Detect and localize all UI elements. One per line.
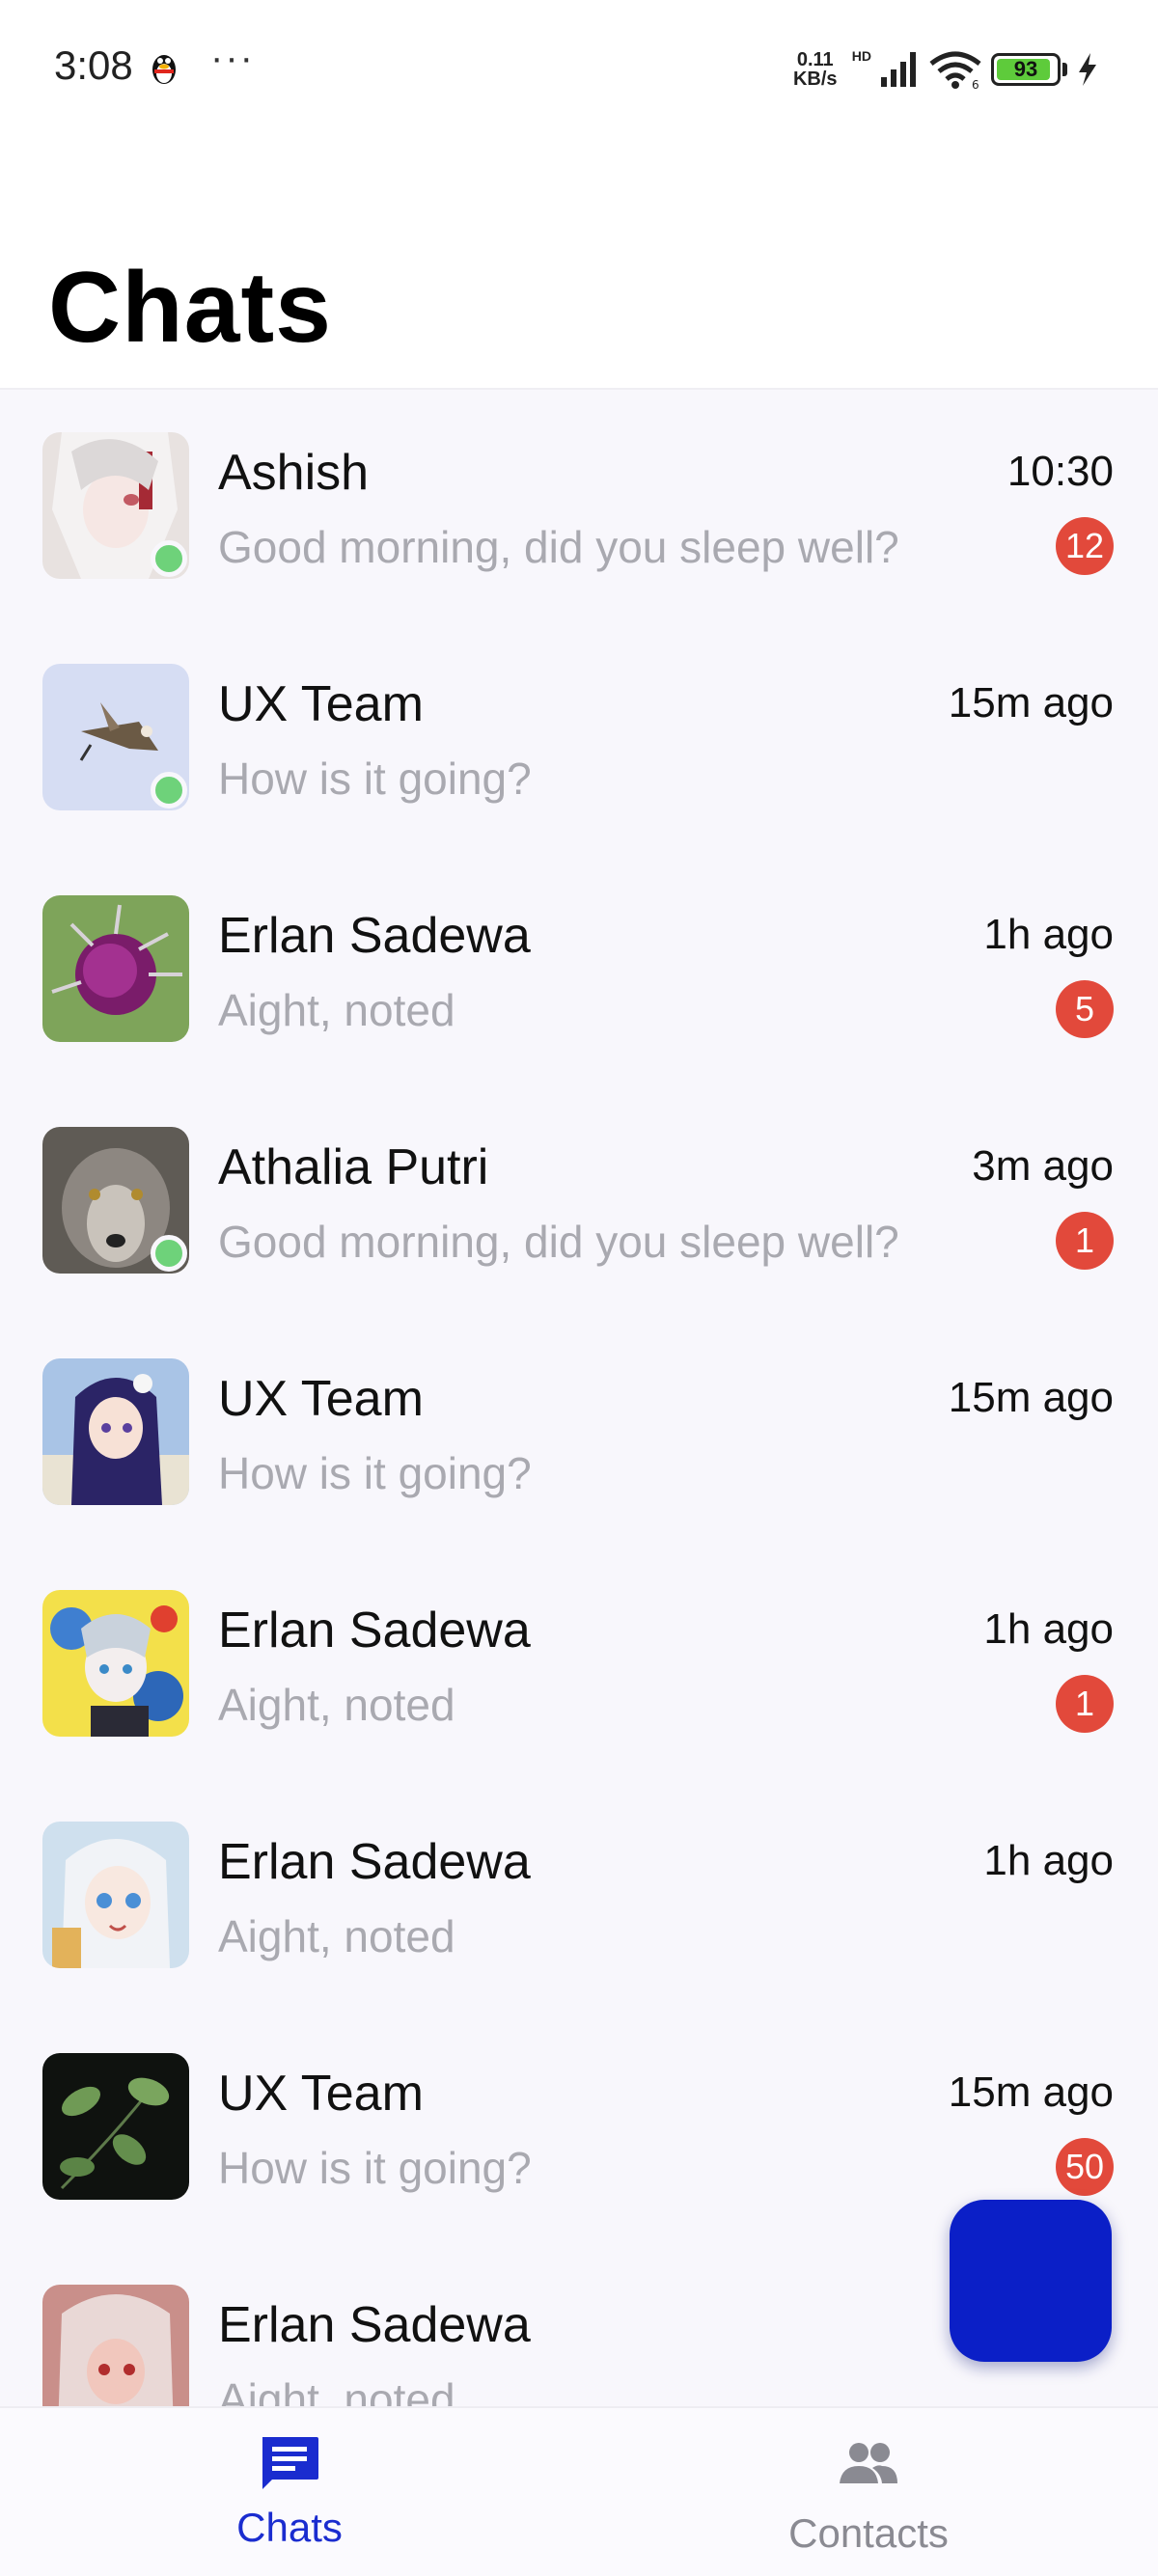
page-title: Chats [48, 252, 332, 364]
unread-badge: 1 [1056, 1675, 1114, 1733]
chat-name: Erlan Sadewa [218, 1834, 531, 1890]
status-indicators: 0.11 KB/s HD 6 93 [788, 46, 1098, 93]
chat-time: 1h ago [983, 911, 1114, 958]
unread-badge: 50 [1056, 2138, 1114, 2196]
network-speed-value: 0.11 [796, 49, 834, 70]
avatar [42, 1358, 189, 1505]
tab-chats[interactable]: Chats [0, 2408, 579, 2576]
unread-badge: 1 [1056, 1212, 1114, 1270]
chat-list-item[interactable]: Athalia Putri 3m ago Good morning, did y… [0, 1084, 1158, 1316]
chat-list-item[interactable]: UX Team 15m ago How is it going? [0, 1316, 1158, 1548]
bottom-navigation: Chats Contacts [0, 2406, 1158, 2576]
chat-time: 15m ago [948, 679, 1114, 726]
contacts-icon [840, 2443, 897, 2483]
online-status-indicator [151, 772, 187, 808]
svg-text:6: 6 [972, 78, 979, 89]
chat-name: Erlan Sadewa [218, 2297, 531, 2353]
chat-last-message: How is it going? [218, 1448, 532, 1498]
charging-bolt-icon [1079, 53, 1096, 86]
chat-name: UX Team [218, 1371, 424, 1427]
unread-badge: 5 [1056, 980, 1114, 1038]
chat-last-message: How is it going? [218, 754, 532, 804]
chat-last-message: Good morning, did you sleep well? [218, 1217, 899, 1267]
status-time: 3:08 [54, 42, 133, 88]
avatar [42, 895, 189, 1042]
online-status-indicator [151, 540, 187, 577]
chat-list-item[interactable]: Erlan Sadewa 1h ago Aight, noted 1 [0, 1548, 1158, 1779]
network-speed: 0.11 KB/s [788, 50, 842, 89]
qq-penguin-icon [152, 55, 176, 84]
chat-list-item[interactable]: UX Team 15m ago How is it going? [0, 621, 1158, 853]
network-speed-unit: KB/s [792, 69, 838, 90]
chat-last-message: How is it going? [218, 2143, 532, 2193]
battery-indicator: 93 [991, 53, 1061, 86]
avatar [42, 1590, 189, 1737]
signal-icon [881, 52, 916, 87]
battery-tip [1062, 63, 1067, 76]
chat-name: Ashish [218, 445, 370, 501]
chat-time: 15m ago [948, 1374, 1114, 1421]
chat-last-message: Aight, noted [218, 1911, 455, 1961]
chat-time: 15m ago [948, 2069, 1114, 2116]
chat-bubble-icon [262, 2437, 318, 2489]
status-bar: 3:08 ··· 0.11 KB/s HD 6 93 [0, 0, 1158, 135]
new-chat-button[interactable] [950, 2200, 1112, 2362]
chat-time: 1h ago [983, 1605, 1114, 1653]
chat-last-message: Aight, noted [218, 2374, 455, 2406]
avatar [42, 2285, 189, 2406]
battery-level: 93 [1013, 57, 1038, 81]
chat-list[interactable]: Ashish 10:30 Good morning, did you sleep… [0, 390, 1158, 2406]
more-notifications-icon: ··· [210, 37, 255, 79]
chat-last-message: Aight, noted [218, 1680, 455, 1730]
chat-name: UX Team [218, 2066, 424, 2122]
chat-list-item[interactable]: Erlan Sadewa 1h ago Aight, noted [0, 1779, 1158, 2011]
tab-contacts-label: Contacts [788, 2510, 949, 2556]
wifi-icon: 6 [929, 51, 981, 89]
hd-label: HD [851, 48, 871, 64]
avatar [42, 2053, 189, 2200]
chat-name: Erlan Sadewa [218, 1603, 531, 1658]
chat-last-message: Aight, noted [218, 985, 455, 1035]
chat-time: 3m ago [972, 1142, 1114, 1190]
tab-contacts[interactable]: Contacts [579, 2408, 1158, 2576]
chat-name: Erlan Sadewa [218, 908, 531, 964]
unread-badge: 12 [1056, 517, 1114, 575]
chat-name: UX Team [218, 676, 424, 732]
avatar [42, 1822, 189, 1968]
tab-chats-label: Chats [236, 2505, 343, 2550]
chat-last-message: Good morning, did you sleep well? [218, 522, 899, 572]
chat-list-item[interactable]: Erlan Sadewa 1h ago Aight, noted 5 [0, 853, 1158, 1084]
page-header: Chats [0, 135, 1158, 390]
chat-name: Athalia Putri [218, 1139, 489, 1195]
chat-list-item[interactable]: Ashish 10:30 Good morning, did you sleep… [0, 390, 1158, 621]
chat-time: 10:30 [1006, 448, 1114, 495]
chat-time: 1h ago [983, 1837, 1114, 1884]
online-status-indicator [151, 1235, 187, 1272]
